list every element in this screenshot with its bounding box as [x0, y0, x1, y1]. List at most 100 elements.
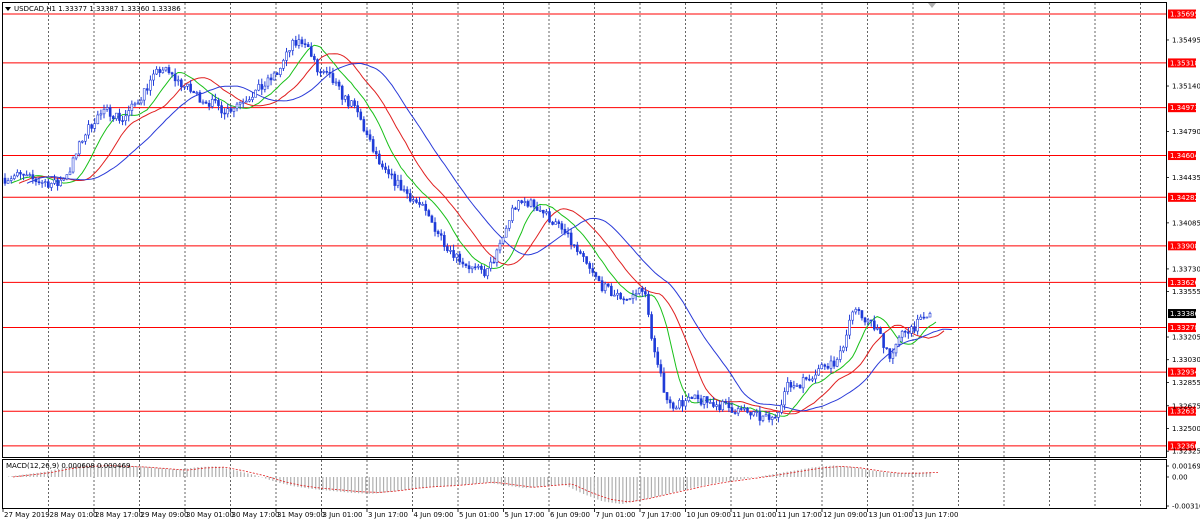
candle-body	[582, 253, 585, 257]
candle-body	[653, 338, 656, 353]
price-chart[interactable]: 1.35695 1.35318 1.34973 1.34604 1.34282 1.339…	[0, 0, 1200, 523]
macd-panel-frame	[2, 459, 1167, 509]
candle-body	[690, 396, 694, 399]
candle-body	[50, 183, 53, 188]
time-axis[interactable]: 27 May 2019 28 May 01:0028 May 17:0029 Ma…	[2, 509, 958, 519]
candle-body	[334, 81, 338, 84]
candle-body	[514, 207, 517, 210]
candle-body	[597, 276, 601, 281]
candle-body	[368, 134, 372, 140]
candle-body	[808, 378, 811, 381]
price-tick-label: 1.32855	[1172, 379, 1200, 387]
time-label: 30 May 01:00	[186, 511, 234, 519]
candle-body	[306, 44, 310, 48]
candle-body	[393, 173, 397, 186]
candle-body	[777, 412, 780, 418]
candle-body	[59, 179, 62, 186]
candle-body	[9, 178, 13, 181]
candle-body	[362, 119, 366, 132]
level-label: 1.33626	[1170, 279, 1199, 287]
candle-body	[616, 292, 619, 296]
candle-body	[282, 60, 285, 69]
candle-body	[235, 103, 239, 109]
time-label: 13 Jun 17:00	[914, 511, 958, 519]
candle-body	[863, 317, 867, 323]
candle-body	[662, 372, 666, 393]
price-tick-label: 1.34085	[1172, 219, 1200, 227]
candle-body	[303, 43, 307, 45]
candle-body	[353, 100, 356, 106]
candle-body	[350, 100, 353, 107]
candle-body	[464, 263, 468, 266]
candle-body	[272, 72, 276, 81]
candle-body	[746, 407, 749, 413]
candle-body	[613, 294, 616, 297]
candle-body	[919, 316, 923, 320]
candle-body	[770, 416, 774, 420]
candle-body	[47, 181, 50, 188]
candle-body	[495, 249, 499, 263]
candle-body	[817, 368, 820, 376]
candle-body	[541, 209, 545, 214]
candle-body	[665, 392, 669, 401]
level-label: 1.35318	[1170, 59, 1199, 67]
candle-body	[412, 199, 415, 202]
candle-body	[378, 153, 381, 165]
candle-body	[736, 408, 740, 414]
candle-body	[390, 173, 394, 176]
level-label: 1.34282	[1170, 194, 1199, 202]
candle-body	[176, 79, 180, 82]
candle-body	[319, 71, 322, 74]
candle-body	[149, 79, 152, 91]
candle-body	[152, 73, 155, 81]
candle-body	[832, 360, 836, 367]
candle-body	[245, 100, 248, 103]
candle-body	[37, 181, 41, 184]
candle-body	[684, 400, 687, 407]
candle-body	[260, 84, 264, 90]
level-label: 1.35695	[1170, 11, 1199, 19]
candle-body	[668, 399, 672, 404]
candle-body	[130, 103, 134, 111]
candle-body	[845, 334, 848, 348]
candle-body	[257, 84, 260, 91]
time-label: 12 Jun 09:00	[823, 511, 867, 519]
candle-body	[907, 331, 910, 334]
candle-body	[207, 102, 211, 107]
candle-body	[715, 404, 718, 407]
candle-body	[461, 261, 465, 265]
candle-body	[328, 72, 332, 74]
candle-body	[446, 246, 449, 252]
candle-body	[910, 326, 913, 334]
candle-body	[275, 72, 279, 75]
time-label: 29 May 09:00	[141, 511, 189, 519]
candle-body	[504, 227, 508, 238]
candle-body	[774, 416, 777, 419]
candle-body	[155, 68, 158, 75]
candle-body	[730, 407, 734, 413]
price-axis[interactable]: 1.358701.354951.351401.347901.344351.340…	[1166, 0, 1200, 511]
candle-body	[204, 101, 208, 104]
candle-body	[266, 77, 270, 87]
chart-header[interactable]: USDCAD,H1 1.33377 1.33387 1.33360 1.3338…	[5, 5, 181, 13]
candle-body	[869, 319, 873, 322]
time-label: 13 Jun 01:00	[869, 511, 913, 519]
candle-body	[238, 101, 242, 105]
candle-body	[408, 193, 412, 202]
candle-body	[356, 105, 359, 113]
candle-body	[173, 73, 177, 82]
time-label: 28 May 01:00	[50, 511, 98, 519]
candle-body	[699, 398, 703, 405]
candle-body	[538, 209, 542, 212]
candle-body	[436, 231, 440, 234]
candle-body	[767, 414, 771, 420]
candle-body	[628, 298, 632, 300]
candle-body	[705, 396, 709, 403]
candle-body	[71, 157, 75, 173]
candle-body	[848, 319, 851, 336]
chart-window[interactable]: 1.35695 1.35318 1.34973 1.34604 1.34282 1.339…	[0, 0, 1200, 523]
candle-body	[99, 113, 103, 116]
price-tick-label: 1.33555	[1172, 288, 1200, 296]
candle-body	[681, 400, 684, 407]
candle-body	[783, 391, 786, 406]
